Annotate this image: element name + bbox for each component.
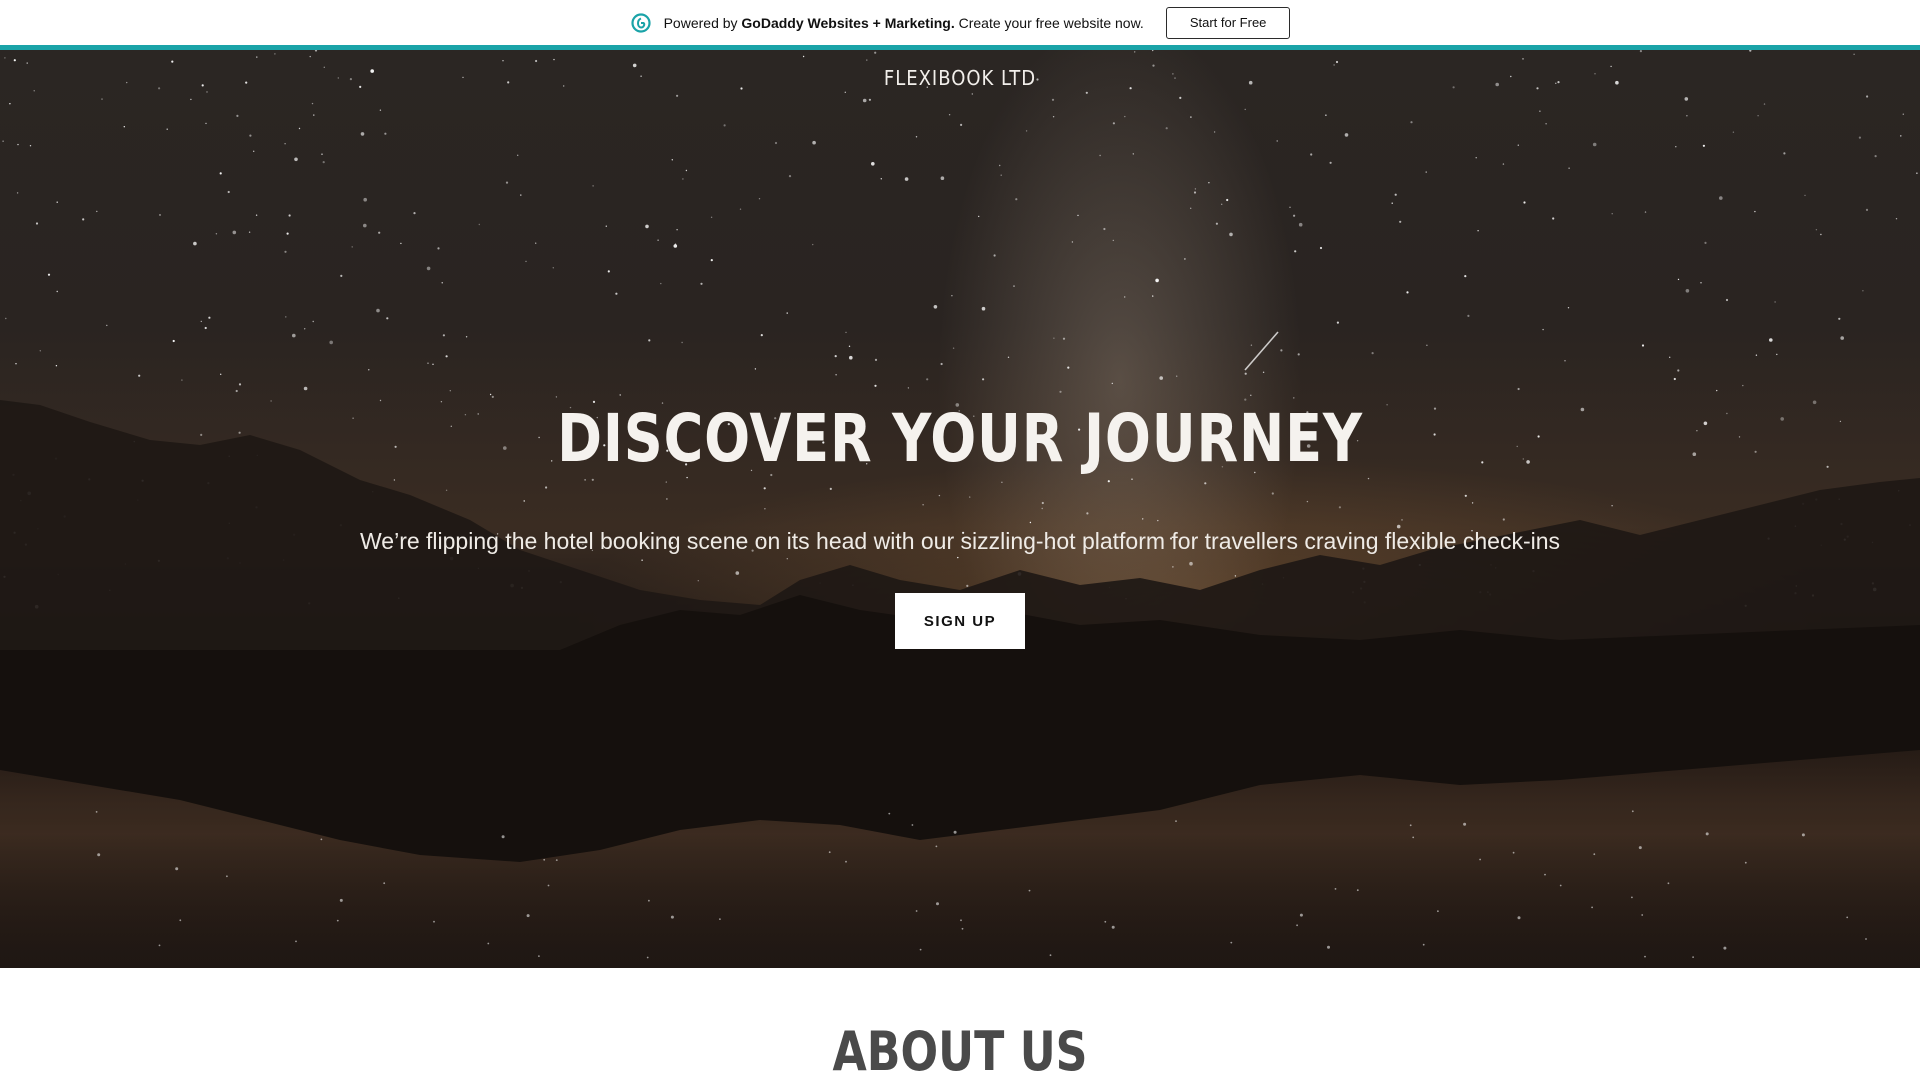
promo-bar: Powered by GoDaddy Websites + Marketing.… — [0, 0, 1920, 45]
promo-message: Powered by GoDaddy Websites + Marketing.… — [664, 15, 1144, 31]
promo-prefix: Powered by — [663, 14, 742, 31]
promo-suffix: Create your free website now. — [954, 14, 1144, 31]
hero-section: FLEXIBOOK LTD DISCOVER YOUR JOURNEY We’r… — [0, 50, 1920, 968]
godaddy-logo-icon — [630, 12, 652, 34]
hero-subtitle: We’re flipping the hotel booking scene o… — [360, 528, 1560, 554]
hero-title: DISCOVER YOUR JOURNEY — [557, 400, 1363, 477]
promo-brand: GoDaddy Websites + Marketing. — [741, 14, 955, 31]
about-us-heading: ABOUT US — [832, 1020, 1088, 1083]
start-for-free-button[interactable]: Start for Free — [1165, 6, 1291, 39]
site-name[interactable]: FLEXIBOOK LTD — [0, 66, 1920, 90]
night-sky-background-image — [0, 50, 1920, 968]
sign-up-button[interactable]: SIGN UP — [895, 593, 1025, 649]
